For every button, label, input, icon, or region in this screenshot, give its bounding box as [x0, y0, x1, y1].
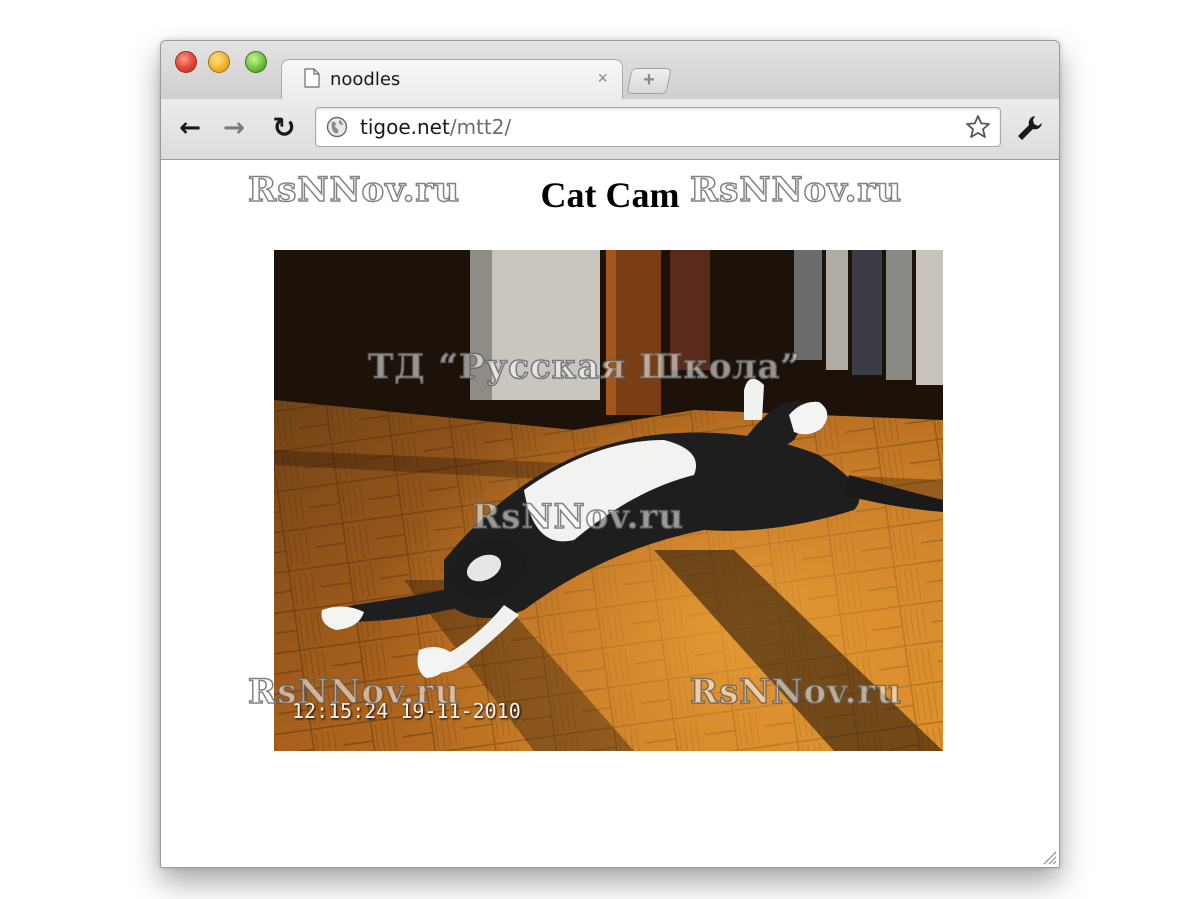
close-tab-icon[interactable]: × — [597, 68, 608, 89]
url-path: /mtt2/ — [449, 115, 512, 139]
watermark-site-top-right: RsNNov.ru — [689, 169, 903, 211]
url-host: tigoe.net — [360, 115, 450, 139]
close-window-button[interactable] — [175, 51, 197, 73]
watermark-publisher: ТД “Русская Школа” — [367, 346, 802, 388]
watermark-site-center: RsNNov.ru — [471, 496, 685, 538]
back-button[interactable]: ← — [175, 113, 205, 143]
plus-icon: + — [643, 69, 655, 91]
url-text: tigoe.net/mtt2/ — [360, 115, 511, 139]
minimize-window-button[interactable] — [208, 51, 230, 73]
watermark-site-bottom-left: RsNNov.ru — [247, 671, 461, 713]
watermark-site-top-left: RsNNov.ru — [247, 169, 461, 211]
address-bar[interactable]: tigoe.net/mtt2/ — [315, 107, 1001, 147]
globe-icon — [326, 116, 348, 138]
star-icon[interactable] — [964, 113, 992, 141]
reload-button[interactable]: ↻ — [269, 113, 299, 143]
tab-noodles[interactable]: noodles × — [281, 59, 623, 100]
browser-window: noodles × + ← → ↻ tigoe.net/mtt2/ Cat Ca… — [160, 40, 1060, 868]
new-tab-button[interactable]: + — [626, 68, 672, 94]
wrench-icon[interactable] — [1015, 113, 1045, 143]
tab-title: noodles — [330, 69, 401, 90]
zoom-window-button[interactable] — [245, 51, 267, 73]
tab-strip: noodles × + — [161, 41, 1059, 100]
browser-toolbar: ← → ↻ tigoe.net/mtt2/ — [161, 99, 1059, 160]
page-icon — [304, 68, 320, 88]
forward-button[interactable]: → — [219, 113, 249, 143]
resize-grip-icon[interactable] — [1041, 849, 1057, 865]
watermark-site-bottom-right: RsNNov.ru — [689, 671, 903, 713]
